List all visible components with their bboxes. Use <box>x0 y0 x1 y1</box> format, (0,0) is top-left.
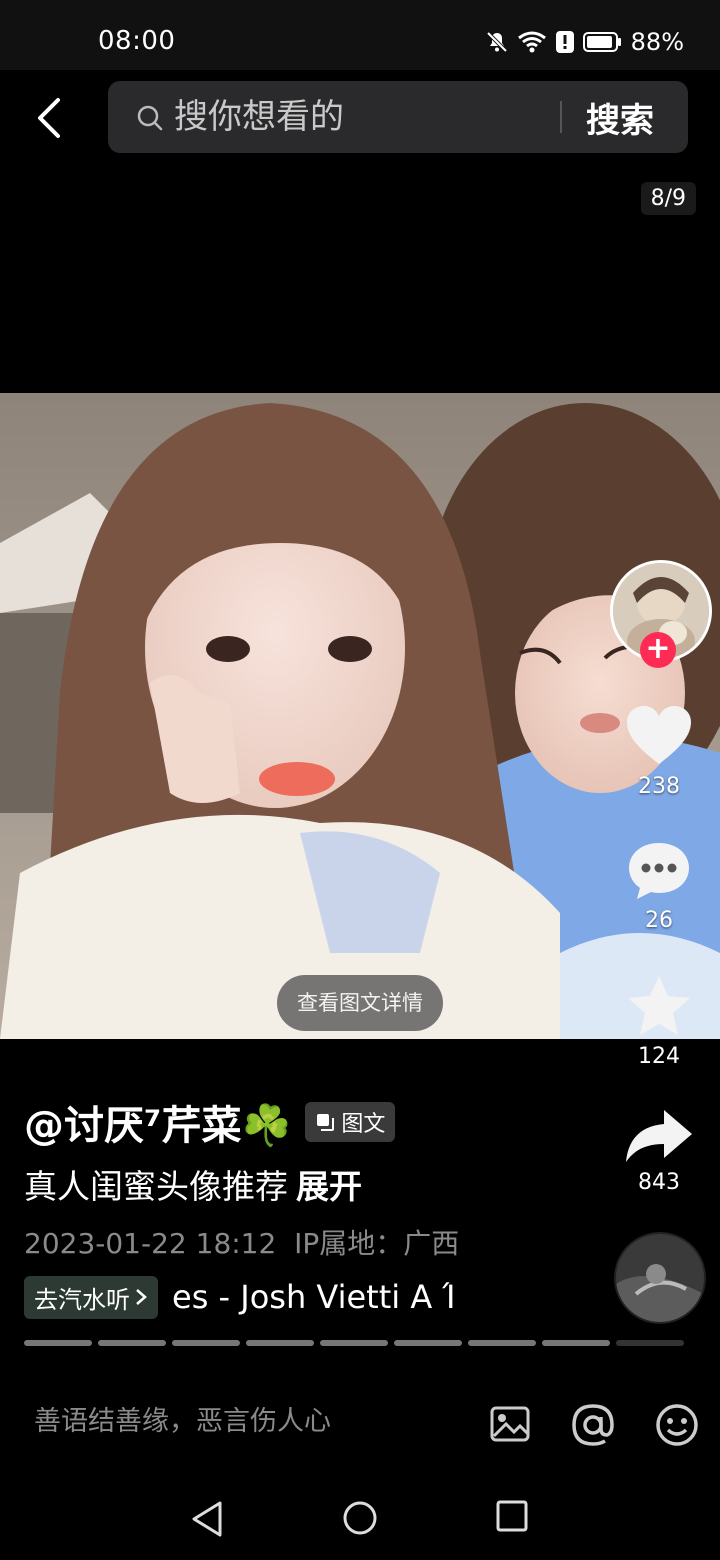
post-meta: 2023-01-22 18:12 IP属地：广西 <box>24 1222 604 1262</box>
progress-segment <box>172 1340 240 1346</box>
comment-button[interactable]: 26 <box>599 840 719 933</box>
music-title[interactable]: es - Josh Vietti A Ί <box>172 1278 455 1316</box>
favorite-count: 124 <box>638 1044 680 1069</box>
alert-icon <box>555 31 574 53</box>
share-button[interactable]: 843 <box>599 1106 719 1195</box>
description-text: 真人闺蜜头像推荐 <box>24 1167 288 1206</box>
progress-segment <box>24 1340 92 1346</box>
share-icon <box>626 1110 692 1162</box>
nav-back-icon[interactable] <box>190 1500 224 1538</box>
music-disc[interactable] <box>614 1232 706 1324</box>
comment-bar <box>0 1380 720 1464</box>
page-counter: 8/9 <box>640 182 696 215</box>
search-header: 搜索 <box>0 70 720 160</box>
ip-location: IP属地：广西 <box>294 1227 460 1260</box>
image-icon[interactable] <box>488 1402 532 1446</box>
post-info: @讨厌⁷芹菜☘️ 图文 真人闺蜜头像推荐 展开 2023-01-22 18:12 … <box>24 1090 604 1262</box>
search-icon <box>137 105 163 131</box>
progress-segment <box>468 1340 536 1346</box>
music-row: 去汽水听 es - Josh Vietti A Ί <box>24 1272 604 1322</box>
comment-icon <box>629 843 689 899</box>
at-icon[interactable] <box>570 1402 616 1448</box>
system-nav-bar <box>0 1470 720 1560</box>
author-username[interactable]: @讨厌⁷芹菜☘️ <box>24 1093 291 1151</box>
expand-button[interactable]: 展开 <box>296 1167 362 1206</box>
search-button[interactable]: 搜索 <box>586 93 654 142</box>
comment-count: 26 <box>645 908 673 933</box>
progress-segment <box>394 1340 462 1346</box>
emoji-icon[interactable] <box>654 1402 700 1448</box>
status-icons: 88% <box>485 25 684 59</box>
progress-segment <box>98 1340 166 1346</box>
like-count: 238 <box>638 774 680 799</box>
search-input[interactable] <box>172 93 536 141</box>
like-button[interactable]: 238 <box>599 704 719 799</box>
battery-icon <box>582 32 621 52</box>
mute-icon <box>486 31 508 53</box>
progress-segment <box>542 1340 610 1346</box>
battery-percentage: 88% <box>630 28 684 56</box>
nav-home-icon[interactable] <box>342 1500 378 1536</box>
post-timestamp: 2023-01-22 18:12 <box>24 1227 277 1260</box>
post-description: 真人闺蜜头像推荐 展开 <box>24 1160 604 1212</box>
listen-in-app-label: 去汽水听 <box>34 1285 130 1314</box>
nav-recents-icon[interactable] <box>496 1500 528 1532</box>
status-time: 08:00 <box>98 26 176 56</box>
follow-button[interactable]: + <box>640 632 676 668</box>
image-progress <box>24 1340 684 1346</box>
username-row: @讨厌⁷芹菜☘️ 图文 <box>24 1090 604 1154</box>
progress-segment <box>616 1340 684 1346</box>
comment-input[interactable] <box>32 1398 436 1444</box>
search-box[interactable]: 搜索 <box>108 81 688 153</box>
favorite-button[interactable]: 124 <box>599 974 719 1069</box>
heart-icon <box>627 706 691 764</box>
post-type-label: 图文 <box>341 1112 386 1137</box>
progress-segment <box>246 1340 314 1346</box>
search-divider <box>560 101 562 133</box>
progress-segment <box>320 1340 388 1346</box>
wifi-icon <box>517 31 546 53</box>
image-post-icon <box>317 1114 335 1131</box>
view-detail-button[interactable]: 查看图文详情 <box>277 975 443 1031</box>
post-type-badge: 图文 <box>305 1102 396 1142</box>
music-cover <box>616 1234 704 1322</box>
listen-in-app-button[interactable]: 去汽水听 <box>24 1275 158 1319</box>
back-arrow-icon <box>38 98 60 138</box>
share-count: 843 <box>638 1170 680 1195</box>
back-button[interactable] <box>30 96 70 140</box>
chevron-right-icon <box>136 1289 147 1305</box>
star-icon <box>628 976 690 1035</box>
